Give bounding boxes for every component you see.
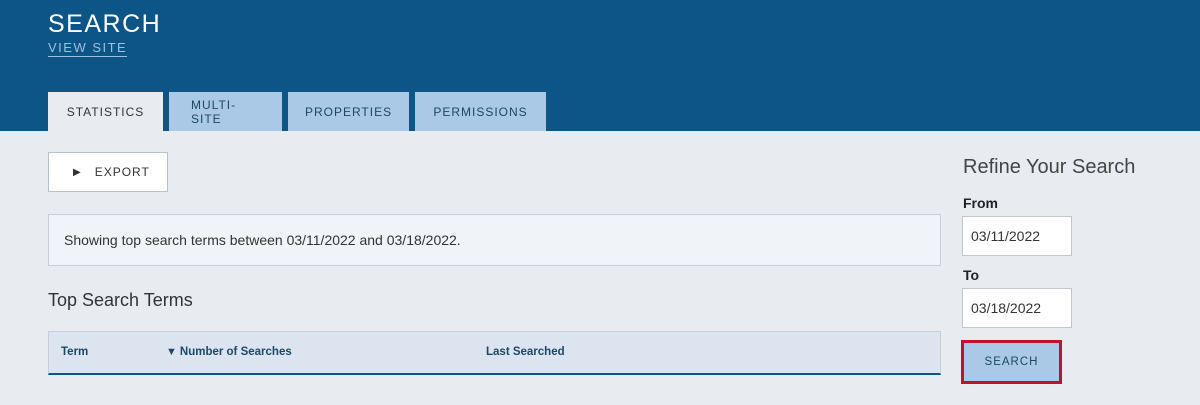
tab-multi-site[interactable]: MULTI-SITE [169, 92, 282, 131]
section-title: Top Search Terms [48, 290, 193, 310]
export-button[interactable]: ▶ EXPORT [48, 152, 168, 192]
site-header: SEARCH VIEW SITE STATISTICS MULTI-SITE P… [0, 0, 1200, 131]
column-header-number-of-searches[interactable]: ▼ Number of Searches [166, 346, 292, 358]
export-label: EXPORT [94, 165, 150, 179]
info-text: Showing top search terms between 03/11/2… [64, 232, 461, 248]
tab-bar: STATISTICS MULTI-SITE PROPERTIES PERMISS… [48, 92, 546, 131]
from-date-input[interactable] [962, 216, 1072, 256]
play-icon: ▶ [73, 166, 82, 178]
view-site-link[interactable]: VIEW SITE [48, 40, 128, 57]
column-label: Number of Searches [179, 346, 292, 358]
tab-permissions[interactable]: PERMISSIONS [415, 92, 546, 131]
search-button[interactable]: SEARCH [961, 340, 1062, 384]
from-label: From [963, 195, 998, 211]
tab-statistics[interactable]: STATISTICS [48, 92, 163, 131]
sort-descending-icon: ▼ [166, 346, 177, 358]
refine-title: Refine Your Search [963, 156, 1136, 178]
date-range-info: Showing top search terms between 03/11/2… [48, 214, 941, 266]
tab-properties[interactable]: PROPERTIES [288, 92, 409, 131]
table-header: Term ▼ Number of Searches Last Searched [48, 331, 941, 375]
page-title: SEARCH [48, 10, 162, 38]
column-header-last-searched[interactable]: Last Searched [486, 346, 565, 358]
column-header-term[interactable]: Term [61, 346, 88, 358]
to-date-input[interactable] [962, 288, 1072, 328]
to-label: To [963, 267, 980, 283]
